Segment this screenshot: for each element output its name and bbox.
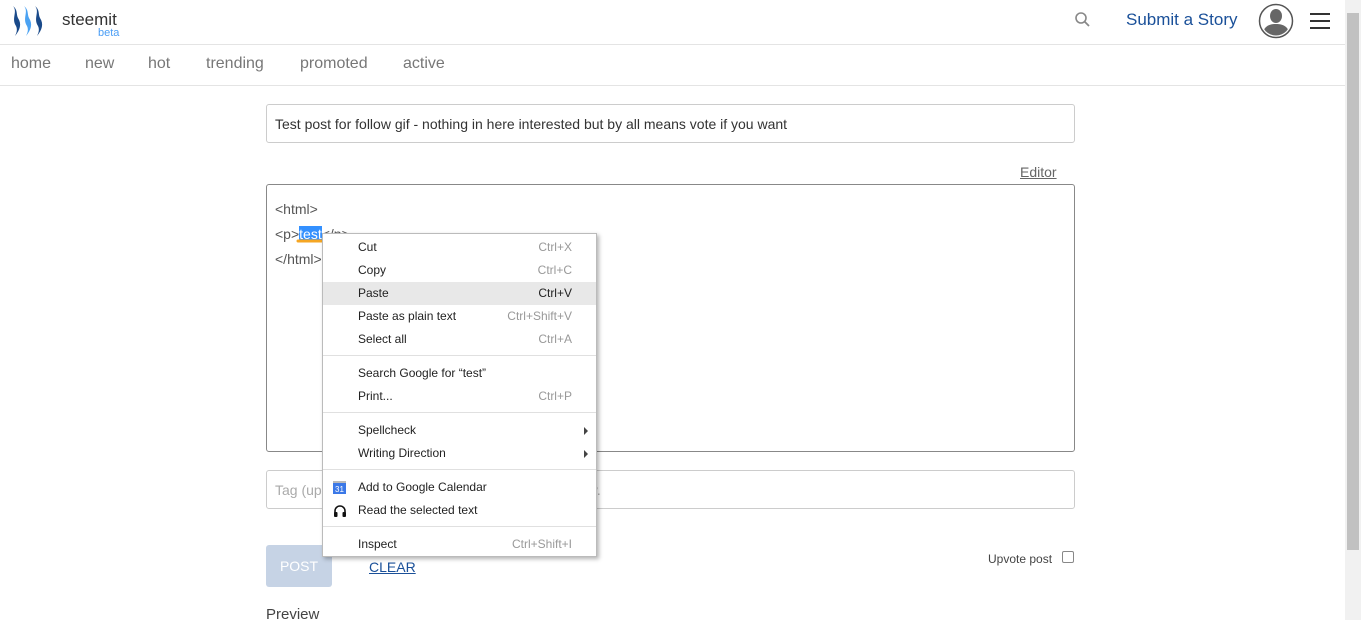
menu-label: Read the selected text	[358, 503, 478, 517]
submenu-arrow-icon	[584, 450, 588, 458]
menu-item-copy[interactable]: Copy Ctrl+C	[323, 259, 596, 282]
nav-active[interactable]: active	[403, 55, 445, 73]
menu-item-paste-plain[interactable]: Paste as plain text Ctrl+Shift+V	[323, 305, 596, 328]
menu-label: Cut	[358, 240, 377, 254]
body-line: <html>	[275, 201, 318, 217]
menu-item-spellcheck[interactable]: Spellcheck	[323, 419, 596, 442]
search-icon[interactable]	[1074, 11, 1092, 29]
menu-label: Paste as plain text	[358, 309, 457, 323]
menu-item-google-calendar[interactable]: 31 Add to Google Calendar	[323, 476, 596, 499]
menu-label: Copy	[358, 263, 387, 277]
nav-trending[interactable]: trending	[206, 55, 264, 73]
avatar-icon[interactable]	[1258, 3, 1294, 39]
menu-item-select-all[interactable]: Select all Ctrl+A	[323, 328, 596, 351]
headphones-icon	[334, 505, 346, 517]
menu-shortcut: Ctrl+X	[538, 240, 572, 254]
main-nav: home new hot trending promoted active	[0, 45, 1345, 86]
nav-promoted[interactable]: promoted	[300, 55, 368, 73]
submenu-arrow-icon	[584, 427, 588, 435]
menu-label: Print...	[358, 389, 393, 403]
clear-button[interactable]: CLEAR	[369, 559, 416, 575]
menu-item-read-text[interactable]: Read the selected text	[323, 499, 596, 522]
menu-shortcut: Ctrl+C	[537, 263, 572, 277]
menu-item-cut[interactable]: Cut Ctrl+X	[323, 236, 596, 259]
menu-label: Search Google for “test”	[358, 366, 487, 380]
menu-label: Spellcheck	[358, 423, 417, 437]
upvote-checkbox[interactable]	[1062, 551, 1074, 563]
menu-item-paste[interactable]: Paste Ctrl+V	[323, 282, 596, 305]
menu-label: Add to Google Calendar	[358, 480, 487, 494]
menu-shortcut: Ctrl+Shift+V	[507, 309, 572, 323]
editor-toggle-link[interactable]: Editor	[1020, 164, 1057, 180]
menu-shortcut: Ctrl+P	[538, 389, 572, 403]
nav-home[interactable]: home	[11, 55, 51, 73]
calendar-icon: 31	[333, 481, 346, 494]
menu-separator	[323, 355, 596, 356]
menu-item-writing-direction[interactable]: Writing Direction	[323, 442, 596, 465]
upvote-label: Upvote post	[988, 552, 1053, 566]
nav-hot[interactable]: hot	[148, 55, 170, 73]
submit-story-link[interactable]: Submit a Story	[1126, 10, 1238, 30]
steemit-logo[interactable]	[10, 4, 46, 38]
menu-shortcut: Ctrl+A	[538, 332, 572, 346]
menu-item-print[interactable]: Print... Ctrl+P	[323, 385, 596, 408]
context-menu: Cut Ctrl+X Copy Ctrl+C Paste Ctrl+V Paste a…	[322, 233, 597, 557]
menu-separator	[323, 526, 596, 527]
beta-label: beta	[98, 27, 120, 39]
menu-label: Select all	[358, 332, 407, 346]
title-input[interactable]: Test post for follow gif - nothing in he…	[266, 104, 1075, 143]
nav-new[interactable]: new	[85, 55, 114, 73]
preview-heading: Preview	[266, 606, 320, 623]
menu-separator	[323, 412, 596, 413]
menu-label: Writing Direction	[358, 446, 446, 460]
menu-shortcut: Ctrl+Shift+I	[511, 537, 572, 551]
scrollbar-thumb[interactable]	[1347, 13, 1359, 550]
menu-separator	[323, 469, 596, 470]
hamburger-icon[interactable]	[1310, 13, 1330, 34]
menu-label: Inspect	[358, 537, 397, 551]
top-header: steemit beta Submit a Story	[0, 0, 1345, 45]
menu-item-inspect[interactable]: Inspect Ctrl+Shift+I	[323, 533, 596, 556]
menu-shortcut: Ctrl+V	[538, 286, 572, 300]
menu-label: Paste	[358, 286, 389, 300]
menu-item-search-google[interactable]: Search Google for “test”	[323, 362, 596, 385]
